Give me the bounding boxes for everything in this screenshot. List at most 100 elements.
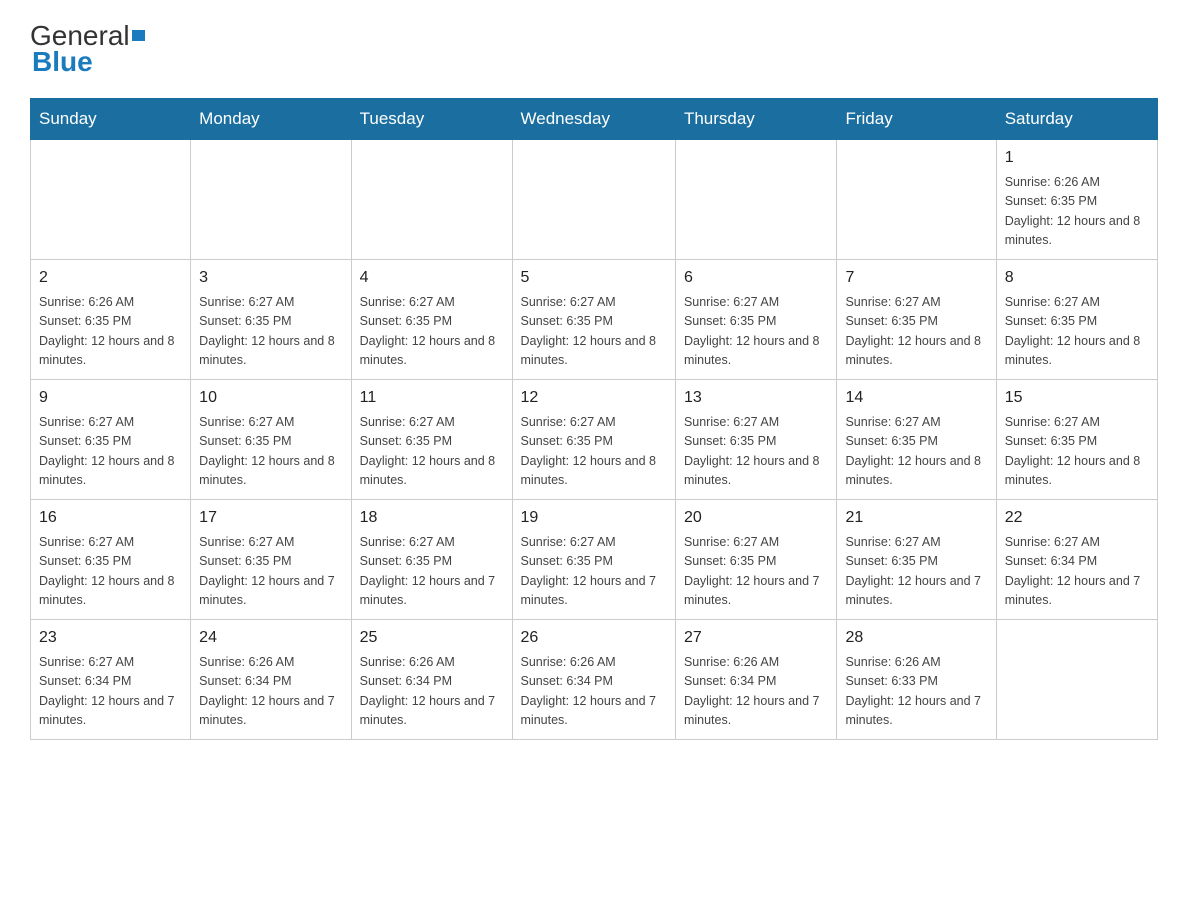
day-info: Sunrise: 6:27 AM Sunset: 6:35 PM Dayligh… (199, 413, 342, 491)
calendar-day-cell (675, 140, 837, 260)
day-number: 3 (199, 266, 342, 290)
days-of-week-row: SundayMondayTuesdayWednesdayThursdayFrid… (31, 99, 1158, 140)
day-info: Sunrise: 6:26 AM Sunset: 6:34 PM Dayligh… (360, 653, 504, 731)
day-info: Sunrise: 6:27 AM Sunset: 6:35 PM Dayligh… (845, 293, 987, 371)
calendar-day-cell: 4 Sunrise: 6:27 AM Sunset: 6:35 PM Daylig… (351, 260, 512, 380)
calendar-table: SundayMondayTuesdayWednesdayThursdayFrid… (30, 98, 1158, 740)
day-info: Sunrise: 6:26 AM Sunset: 6:34 PM Dayligh… (199, 653, 342, 731)
calendar-day-cell: 26 Sunrise: 6:26 AM Sunset: 6:34 PM Dayli… (512, 620, 675, 740)
day-info: Sunrise: 6:27 AM Sunset: 6:35 PM Dayligh… (1005, 293, 1149, 371)
day-number: 6 (684, 266, 829, 290)
day-of-week-header: Wednesday (512, 99, 675, 140)
calendar-day-cell: 22Sunrise: 6:27 AM Sunset: 6:34 PM Dayli… (996, 500, 1157, 620)
day-info: Sunrise: 6:26 AM Sunset: 6:34 PM Dayligh… (521, 653, 667, 731)
day-info: Sunrise: 6:27 AM Sunset: 6:35 PM Dayligh… (199, 533, 342, 611)
day-info: Sunrise: 6:27 AM Sunset: 6:35 PM Dayligh… (845, 533, 987, 611)
day-info: Sunrise: 6:27 AM Sunset: 6:35 PM Dayligh… (521, 533, 667, 611)
calendar-day-cell: 25 Sunrise: 6:26 AM Sunset: 6:34 PM Dayli… (351, 620, 512, 740)
day-number: 2 (39, 266, 182, 290)
calendar-day-cell: 8 Sunrise: 6:27 AM Sunset: 6:35 PM Daylig… (996, 260, 1157, 380)
day-info: Sunrise: 6:27 AM Sunset: 6:35 PM Dayligh… (1005, 413, 1149, 491)
day-number: 7 (845, 266, 987, 290)
day-info: Sunrise: 6:27 AM Sunset: 6:35 PM Dayligh… (521, 413, 667, 491)
day-info: Sunrise: 6:27 AM Sunset: 6:35 PM Dayligh… (521, 293, 667, 371)
day-number: 10 (199, 386, 342, 410)
logo: General Blue (30, 20, 145, 78)
day-info: Sunrise: 6:26 AM Sunset: 6:35 PM Dayligh… (39, 293, 182, 371)
calendar-day-cell: 20 Sunrise: 6:27 AM Sunset: 6:35 PM Dayli… (675, 500, 837, 620)
day-number: 1 (1005, 146, 1149, 170)
day-info: Sunrise: 6:27 AM Sunset: 6:35 PM Dayligh… (360, 293, 504, 371)
calendar-day-cell: 27 Sunrise: 6:26 AM Sunset: 6:34 PM Dayli… (675, 620, 837, 740)
day-info: Sunrise: 6:27 AM Sunset: 6:35 PM Dayligh… (845, 413, 987, 491)
calendar-day-cell: 24 Sunrise: 6:26 AM Sunset: 6:34 PM Dayli… (191, 620, 351, 740)
day-info: Sunrise: 6:27 AM Sunset: 6:35 PM Dayligh… (39, 413, 182, 491)
day-number: 16 (39, 506, 182, 530)
calendar-day-cell: 1 Sunrise: 6:26 AM Sunset: 6:35 PM Daylig… (996, 140, 1157, 260)
calendar-day-cell: 9 Sunrise: 6:27 AM Sunset: 6:35 PM Daylig… (31, 380, 191, 500)
day-number: 11 (360, 386, 504, 410)
day-number: 25 (360, 626, 504, 650)
day-info: Sunrise: 6:27 AM Sunset: 6:35 PM Dayligh… (684, 293, 829, 371)
day-number: 26 (521, 626, 667, 650)
calendar-day-cell: 7 Sunrise: 6:27 AM Sunset: 6:35 PM Daylig… (837, 260, 996, 380)
calendar-day-cell: 3 Sunrise: 6:27 AM Sunset: 6:35 PM Daylig… (191, 260, 351, 380)
day-info: Sunrise: 6:26 AM Sunset: 6:35 PM Dayligh… (1005, 173, 1149, 251)
calendar-day-cell: 13Sunrise: 6:27 AM Sunset: 6:35 PM Dayli… (675, 380, 837, 500)
day-number: 28 (845, 626, 987, 650)
calendar-day-cell: 19 Sunrise: 6:27 AM Sunset: 6:35 PM Dayli… (512, 500, 675, 620)
day-info: Sunrise: 6:27 AM Sunset: 6:34 PM Dayligh… (39, 653, 182, 731)
day-number: 9 (39, 386, 182, 410)
calendar-week-row: 1 Sunrise: 6:26 AM Sunset: 6:35 PM Daylig… (31, 140, 1158, 260)
day-number: 12 (521, 386, 667, 410)
day-of-week-header: Thursday (675, 99, 837, 140)
day-number: 20 (684, 506, 829, 530)
calendar-day-cell: 14 Sunrise: 6:27 AM Sunset: 6:35 PM Dayli… (837, 380, 996, 500)
calendar-day-cell (996, 620, 1157, 740)
day-info: Sunrise: 6:27 AM Sunset: 6:35 PM Dayligh… (360, 533, 504, 611)
calendar-day-cell: 16 Sunrise: 6:27 AM Sunset: 6:35 PM Dayli… (31, 500, 191, 620)
calendar-day-cell (191, 140, 351, 260)
page-header: General Blue (30, 20, 1158, 78)
day-number: 8 (1005, 266, 1149, 290)
calendar-day-cell: 21 Sunrise: 6:27 AM Sunset: 6:35 PM Dayli… (837, 500, 996, 620)
calendar-week-row: 23Sunrise: 6:27 AM Sunset: 6:34 PM Dayli… (31, 620, 1158, 740)
day-number: 14 (845, 386, 987, 410)
calendar-week-row: 9 Sunrise: 6:27 AM Sunset: 6:35 PM Daylig… (31, 380, 1158, 500)
day-number: 19 (521, 506, 667, 530)
day-number: 22 (1005, 506, 1149, 530)
calendar-day-cell: 10 Sunrise: 6:27 AM Sunset: 6:35 PM Dayli… (191, 380, 351, 500)
calendar-day-cell: 6 Sunrise: 6:27 AM Sunset: 6:35 PM Daylig… (675, 260, 837, 380)
day-info: Sunrise: 6:27 AM Sunset: 6:35 PM Dayligh… (39, 533, 182, 611)
day-of-week-header: Friday (837, 99, 996, 140)
day-info: Sunrise: 6:26 AM Sunset: 6:33 PM Dayligh… (845, 653, 987, 731)
calendar-day-cell: 18 Sunrise: 6:27 AM Sunset: 6:35 PM Dayli… (351, 500, 512, 620)
calendar-day-cell (31, 140, 191, 260)
calendar-day-cell (837, 140, 996, 260)
day-of-week-header: Tuesday (351, 99, 512, 140)
day-number: 27 (684, 626, 829, 650)
day-number: 18 (360, 506, 504, 530)
calendar-day-cell: 5Sunrise: 6:27 AM Sunset: 6:35 PM Daylig… (512, 260, 675, 380)
calendar-day-cell: 2 Sunrise: 6:26 AM Sunset: 6:35 PM Daylig… (31, 260, 191, 380)
day-number: 4 (360, 266, 504, 290)
calendar-day-cell: 17 Sunrise: 6:27 AM Sunset: 6:35 PM Dayli… (191, 500, 351, 620)
day-number: 17 (199, 506, 342, 530)
calendar-day-cell (512, 140, 675, 260)
calendar-week-row: 16 Sunrise: 6:27 AM Sunset: 6:35 PM Dayli… (31, 500, 1158, 620)
day-of-week-header: Saturday (996, 99, 1157, 140)
day-number: 24 (199, 626, 342, 650)
calendar-day-cell: 28 Sunrise: 6:26 AM Sunset: 6:33 PM Dayli… (837, 620, 996, 740)
day-number: 13 (684, 386, 829, 410)
day-of-week-header: Sunday (31, 99, 191, 140)
day-info: Sunrise: 6:27 AM Sunset: 6:35 PM Dayligh… (684, 533, 829, 611)
calendar-day-cell: 15Sunrise: 6:27 AM Sunset: 6:35 PM Dayli… (996, 380, 1157, 500)
day-info: Sunrise: 6:27 AM Sunset: 6:35 PM Dayligh… (360, 413, 504, 491)
day-info: Sunrise: 6:27 AM Sunset: 6:35 PM Dayligh… (199, 293, 342, 371)
day-info: Sunrise: 6:26 AM Sunset: 6:34 PM Dayligh… (684, 653, 829, 731)
calendar-body: 1 Sunrise: 6:26 AM Sunset: 6:35 PM Daylig… (31, 140, 1158, 740)
calendar-header: SundayMondayTuesdayWednesdayThursdayFrid… (31, 99, 1158, 140)
calendar-week-row: 2 Sunrise: 6:26 AM Sunset: 6:35 PM Daylig… (31, 260, 1158, 380)
day-number: 21 (845, 506, 987, 530)
day-of-week-header: Monday (191, 99, 351, 140)
